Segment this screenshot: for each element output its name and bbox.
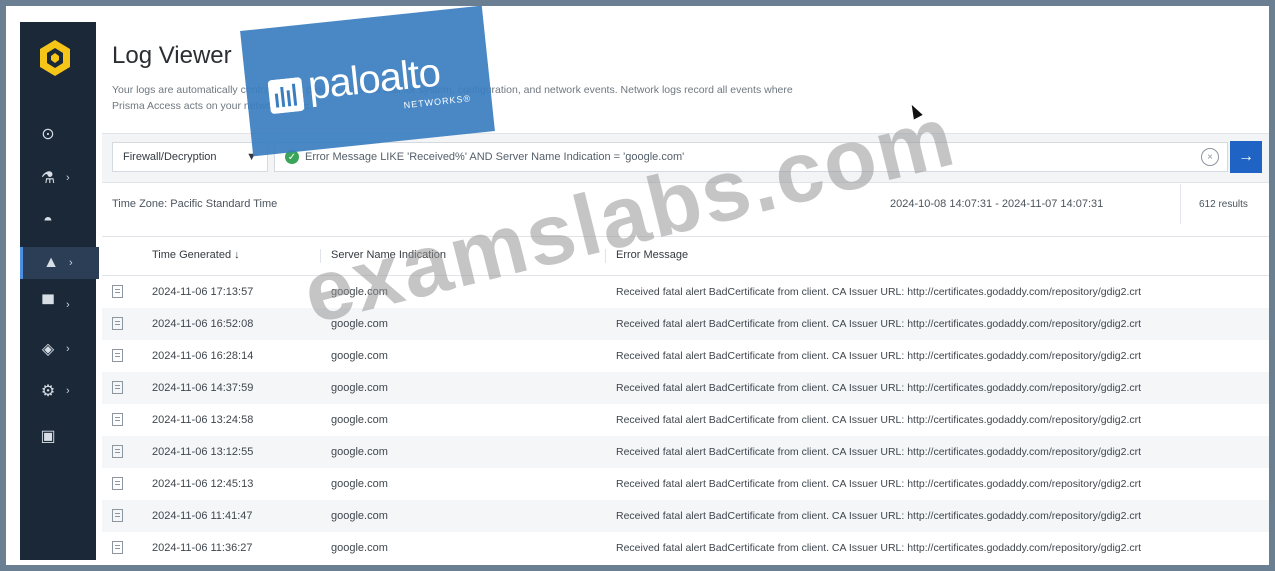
- chevron-right-icon: ›: [69, 257, 73, 269]
- sidebar-item-radar[interactable]: ⊙: [20, 118, 96, 150]
- cell-sni: google.com: [331, 446, 388, 458]
- table-row[interactable]: 2024-11-06 13:12:55 google.com Received fa…: [102, 436, 1269, 468]
- cell-sni: google.com: [331, 478, 388, 490]
- log-details-icon[interactable]: [112, 541, 123, 554]
- sidebar-item-devices[interactable]: ▀ ›: [20, 289, 96, 321]
- log-type-select[interactable]: Firewall/Decryption ▼: [112, 142, 268, 172]
- arrow-right-icon: →: [1238, 148, 1254, 165]
- prisma-logo-icon[interactable]: [40, 40, 70, 76]
- chevron-right-icon: ›: [66, 385, 70, 397]
- page-title: Log Viewer: [112, 42, 232, 69]
- log-details-icon[interactable]: [112, 285, 123, 298]
- cell-error: Received fatal alert BadCertificate from…: [616, 382, 1142, 394]
- clear-icon[interactable]: ×: [1201, 148, 1219, 166]
- cell-error: Received fatal alert BadCertificate from…: [616, 542, 1142, 554]
- paloalto-mark-icon: [267, 77, 305, 114]
- cell-time: 2024-11-06 11:41:47: [152, 510, 253, 522]
- sidebar: ⊙ ⚗ › ◓ ▲ › ▀ › ◈ › ⚙ › ▣: [20, 22, 99, 560]
- report-icon: ▣: [40, 428, 56, 445]
- chevron-right-icon: ›: [66, 343, 70, 355]
- sidebar-item-activity[interactable]: ⚗ ›: [20, 162, 96, 194]
- gear-icon: ⚙: [40, 383, 56, 400]
- table-row[interactable]: 2024-11-06 17:13:57 google.com Received fa…: [102, 276, 1269, 308]
- cell-time: 2024-11-06 17:13:57: [152, 286, 254, 298]
- table-row[interactable]: 2024-11-06 14:37:59 google.com Received fa…: [102, 372, 1269, 404]
- cell-sni: google.com: [331, 542, 388, 554]
- log-details-icon[interactable]: [112, 509, 123, 522]
- table-row[interactable]: 2024-11-06 16:28:14 google.com Received fa…: [102, 340, 1269, 372]
- sort-down-icon: ↓: [234, 249, 240, 261]
- activity-icon: ⚗: [40, 170, 56, 187]
- log-details-icon[interactable]: [112, 413, 123, 426]
- cell-time: 2024-11-06 12:45:13: [152, 478, 254, 490]
- cell-sni: google.com: [331, 350, 388, 362]
- cell-time: 2024-11-06 16:52:08: [152, 318, 254, 330]
- log-details-icon[interactable]: [112, 381, 123, 394]
- cell-time: 2024-11-06 13:24:58: [152, 414, 254, 426]
- dashboard-icon: ◓: [43, 212, 53, 229]
- table-row[interactable]: 2024-11-06 16:52:08 google.com Received fa…: [102, 308, 1269, 340]
- search-button[interactable]: →: [1230, 141, 1262, 173]
- cell-time: 2024-11-06 16:28:14: [152, 350, 254, 362]
- log-details-icon[interactable]: [112, 317, 123, 330]
- radar-icon: ⊙: [41, 126, 55, 143]
- column-header-time[interactable]: Time Generated ↓: [152, 249, 240, 261]
- cell-error: Received fatal alert BadCertificate from…: [616, 318, 1142, 330]
- column-header-label: Time Generated: [152, 249, 232, 261]
- sidebar-item-monitor[interactable]: ▲ ›: [20, 247, 99, 279]
- cell-time: 2024-11-06 13:12:55: [152, 446, 254, 458]
- log-details-icon[interactable]: [112, 445, 123, 458]
- monitor-icon: ▲: [43, 254, 59, 271]
- time-range[interactable]: 2024-10-08 14:07:31 - 2024-11-07 14:07:3…: [890, 198, 1103, 210]
- results-count: 612 results: [1180, 184, 1248, 224]
- timezone-label: Time Zone: Pacific Standard Time: [112, 198, 278, 210]
- cell-error: Received fatal alert BadCertificate from…: [616, 446, 1142, 458]
- chevron-right-icon: ›: [66, 299, 70, 311]
- log-details-icon[interactable]: [112, 349, 123, 362]
- cell-time: 2024-11-06 11:36:27: [152, 542, 253, 554]
- cell-error: Received fatal alert BadCertificate from…: [616, 414, 1142, 426]
- shield-icon: ◈: [41, 341, 55, 358]
- table-row[interactable]: 2024-11-06 11:41:47 google.com Received fa…: [102, 500, 1269, 532]
- sidebar-item-shield[interactable]: ◈ ›: [20, 333, 96, 365]
- query-text: Error Message LIKE 'Received%' AND Serve…: [305, 151, 685, 163]
- log-details-icon[interactable]: [112, 477, 123, 490]
- cell-error: Received fatal alert BadCertificate from…: [616, 350, 1142, 362]
- sidebar-item-report[interactable]: ▣: [20, 420, 96, 452]
- log-table: Time Generated ↓ Server Name Indication …: [102, 236, 1269, 564]
- cell-error: Received fatal alert BadCertificate from…: [616, 510, 1142, 522]
- cell-time: 2024-11-06 14:37:59: [152, 382, 254, 394]
- sidebar-item-dashboard[interactable]: ◓: [20, 205, 96, 237]
- table-row[interactable]: 2024-11-06 12:45:13 google.com Received fa…: [102, 468, 1269, 500]
- cell-error: Received fatal alert BadCertificate from…: [616, 286, 1142, 298]
- cell-sni: google.com: [331, 510, 388, 522]
- table-row[interactable]: 2024-11-06 11:36:27 google.com Received fa…: [102, 532, 1269, 564]
- log-type-value: Firewall/Decryption: [123, 151, 217, 163]
- cell-error: Received fatal alert BadCertificate from…: [616, 478, 1142, 490]
- chevron-right-icon: ›: [66, 172, 70, 184]
- table-row[interactable]: 2024-11-06 13:24:58 google.com Received fa…: [102, 404, 1269, 436]
- cell-sni: google.com: [331, 382, 388, 394]
- table-body: 2024-11-06 17:13:57 google.com Received fa…: [102, 276, 1269, 564]
- paloalto-logo-overlay: paloalto NETWORKS®: [240, 6, 495, 157]
- sidebar-item-gear[interactable]: ⚙ ›: [20, 375, 96, 407]
- cell-sni: google.com: [331, 414, 388, 426]
- devices-icon: ▀: [42, 296, 54, 313]
- app-window: ⊙ ⚗ › ◓ ▲ › ▀ › ◈ › ⚙ › ▣ Log Viewer Your logs are a…: [6, 6, 1269, 565]
